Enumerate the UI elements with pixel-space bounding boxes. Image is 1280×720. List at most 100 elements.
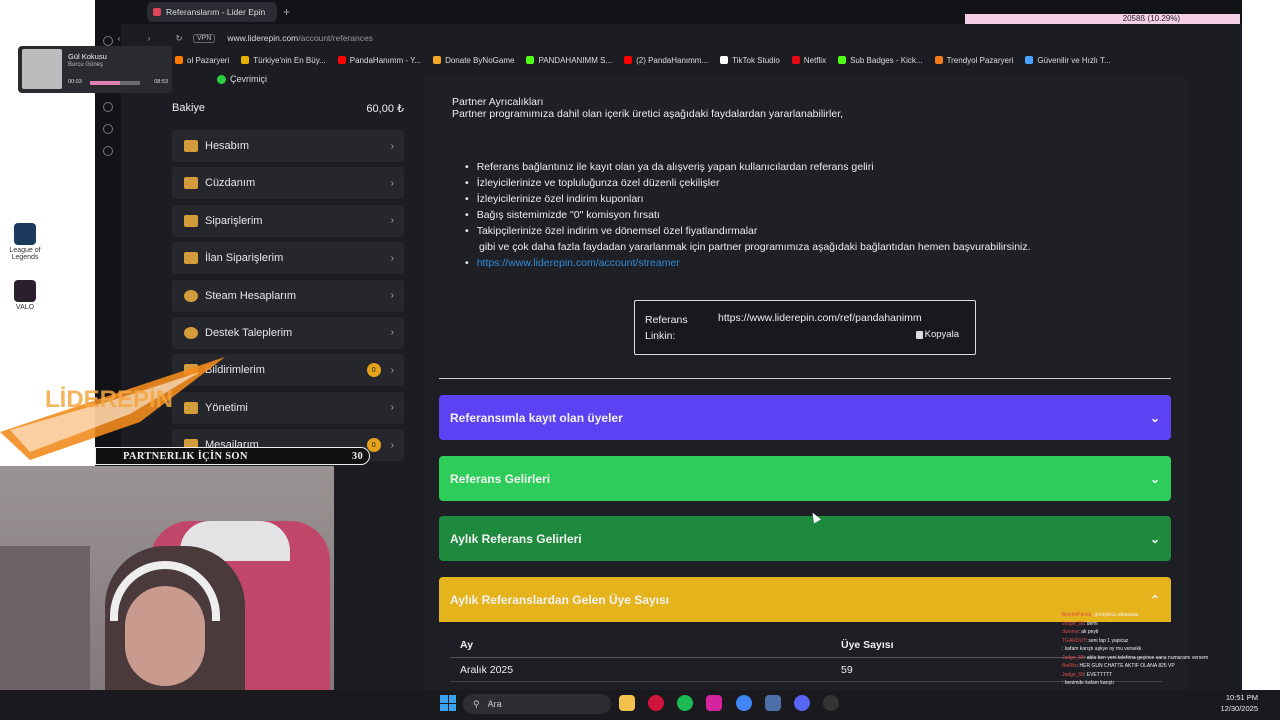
sidebar-item-siparislerim[interactable]: Siparişlerim ›: [172, 204, 404, 237]
taskbar-search[interactable]: ⚲ Ara: [463, 694, 611, 714]
desktop-icon-lol[interactable]: League of Legends: [0, 223, 50, 261]
bookmark[interactable]: TikTok Studio: [720, 56, 780, 65]
chevron-right-icon: ›: [390, 252, 394, 264]
bag-icon: [184, 252, 198, 265]
bookmark-label: Donate ByNoGame: [445, 55, 515, 65]
accordion-referred-members[interactable]: Referansımla kayıt olan üyeler ⌄: [439, 395, 1171, 440]
obs-icon[interactable]: [823, 695, 839, 711]
partner-closing: gibi ve çok daha fazla faydadan yararlan…: [479, 241, 1031, 253]
music-player: Gül Kokusu Burcu Güneş 00:03 08:53: [18, 46, 172, 93]
history-icon[interactable]: [103, 124, 113, 134]
bookmark[interactable]: ol Pazaryeri: [175, 56, 229, 65]
song-artist: Burcu Güneş: [68, 62, 104, 68]
chat-text: : seni tap 1 yapicaz: [1085, 637, 1129, 644]
bookmark[interactable]: Trendyol Pazaryeri: [934, 55, 1014, 65]
bookmark[interactable]: (2) PandaHanımm...: [624, 56, 708, 65]
sidebar-item-steam-hesaplarim[interactable]: Steam Hesaplarım ›: [172, 279, 404, 312]
copy-button[interactable]: Kopyala: [915, 329, 959, 340]
benefit-list: Referans bağlantınız ile kayıt olan ya d…: [465, 159, 1031, 271]
bookmark[interactable]: Donate ByNoGame: [433, 56, 514, 65]
sidebar-item-cuzdanim[interactable]: Cüzdanım ›: [172, 167, 404, 200]
desktop-icon-valo[interactable]: VALO: [0, 280, 50, 311]
stream-chat: BlokirkPanda: görüşürüz ablaaaaa Judge_5…: [1062, 612, 1240, 690]
chat-message: BotRix: HER GÜN CHATTE AKTİF OLANA 825 V…: [1062, 663, 1240, 672]
youtube-icon: [337, 56, 346, 64]
bookmark-icon: [241, 56, 250, 64]
kick-icon: [526, 56, 535, 64]
bookmark-label: Trendyol Pazaryeri: [946, 55, 1014, 65]
accordion-referral-income[interactable]: Referans Gelirleri ⌄: [439, 456, 1171, 501]
new-tab-icon[interactable]: +: [283, 5, 290, 19]
app-icon[interactable]: [765, 695, 781, 711]
wallet-icon: [184, 177, 198, 190]
webcam-feed: [0, 466, 334, 720]
sidebar-item-label: Hesabım: [205, 140, 250, 152]
chat-message: Judge_58: EVETTTTT: [1062, 672, 1240, 681]
instagram-icon[interactable]: [706, 695, 722, 711]
copy-icon: [915, 330, 923, 339]
sidebar-item-destek-taleplerim[interactable]: Destek Taleplerim ›: [172, 316, 404, 349]
forward-icon[interactable]: ›: [143, 33, 155, 43]
chat-message: TGARDUT: seni tap 1 yapicaz: [1062, 638, 1240, 647]
valorant-icon: [14, 280, 36, 302]
chrome-icon[interactable]: [736, 695, 752, 711]
settings-icon[interactable]: [103, 146, 113, 156]
chat-text: : benimde kafam karıştı: [1062, 680, 1114, 686]
url-field[interactable]: www.liderepin.com/account/referances: [227, 33, 373, 43]
accordion-monthly-income[interactable]: Aylık Referans Gelirleri ⌄: [439, 516, 1171, 561]
sidebar-item-label: Bildirimlerim: [205, 364, 265, 377]
bookmark[interactable]: Güvenilir ve Hızlı T...: [1025, 56, 1111, 65]
table-cell: Aralık 2025: [460, 663, 514, 676]
chevron-down-icon: ⌄: [1149, 410, 1160, 425]
referral-link-box: Referans Linkin: https://www.liderepin.c…: [634, 300, 976, 355]
banner-text: PARTNERLIK İÇİN SON: [123, 450, 248, 462]
url-path: /account/referances: [298, 33, 373, 43]
bookmark[interactable]: Sub Badges - Kick...: [838, 55, 923, 65]
sidebar-item-ilan-siparislerim[interactable]: İlan Siparişlerim ›: [172, 242, 404, 275]
total-time: 08:53: [154, 79, 168, 85]
chevron-down-icon: ⌄: [1149, 531, 1160, 546]
taskbar: [0, 690, 1280, 720]
list-item: Referans bağlantınız ile kayıt olan ya d…: [465, 159, 1031, 175]
accordion-label: Referans Gelirleri: [450, 471, 551, 486]
system-clock[interactable]: 10:51 PM 12/30/2025: [1218, 692, 1258, 714]
sidebar-item-label: Yönetimi: [205, 401, 248, 414]
bookmark[interactable]: PANDAHANIMM S...: [526, 56, 612, 65]
reload-icon[interactable]: ↻: [173, 33, 185, 44]
back-icon[interactable]: ‹: [113, 33, 125, 43]
bookmark-label: Sub Badges - Kick...: [850, 55, 923, 65]
bookmark[interactable]: Netflix: [791, 56, 826, 65]
spotify-icon[interactable]: [677, 695, 693, 711]
desktop-right-edge: [1242, 0, 1280, 690]
song-title: Gül Kokusu: [68, 52, 107, 61]
chevron-right-icon: ›: [390, 364, 394, 376]
divider: [439, 378, 1171, 379]
windows-start-icon[interactable]: [440, 695, 456, 711]
discord-icon[interactable]: [794, 695, 810, 711]
kick-icon: [838, 56, 847, 64]
opera-icon[interactable]: [648, 695, 664, 711]
streamer-link[interactable]: https://www.liderepin.com/account/stream…: [477, 257, 680, 269]
bookmark[interactable]: Türkiye'nin En Büy...: [241, 56, 326, 65]
chat-user: Judge_58: [1062, 671, 1084, 678]
monthly-members-table: Ay Üye Sayısı Aralık 2025 59: [450, 632, 1162, 682]
player-icon[interactable]: [103, 102, 113, 112]
sidebar-item-hesabim[interactable]: Hesabım ›: [172, 130, 404, 162]
chat-user: Judge_58: [1062, 654, 1084, 661]
chevron-right-icon: ›: [390, 439, 394, 451]
vpn-badge[interactable]: VPN: [193, 33, 216, 43]
chevron-right-icon: ›: [390, 290, 394, 302]
chevron-right-icon: ›: [390, 402, 394, 414]
chat-message: : kafam karıştı aşkye oy mu versekk: [1062, 646, 1240, 655]
bookmark-icon: [934, 56, 943, 64]
chat-message: Judge_58: abla ben yeni telefona geçince…: [1062, 655, 1240, 664]
logo-text: LİDEREPİN: [45, 386, 173, 413]
chat-text: : abla ben yeni telefona geçince sana nu…: [1083, 654, 1209, 661]
file-explorer-icon[interactable]: [619, 695, 635, 711]
tab-referanslarim[interactable]: Referanslarım - Lider Epin: [147, 2, 277, 22]
tiktok-icon: [720, 56, 729, 64]
list-item: Bağış sistemimizde "0" komisyon fırsatı: [465, 207, 1031, 223]
bookmark[interactable]: PandaHanımm - Y...: [337, 56, 421, 65]
chevron-down-icon: ⌄: [1149, 471, 1160, 486]
partner-intro: Partner programımıza dahil olan içerik ü…: [452, 108, 844, 120]
